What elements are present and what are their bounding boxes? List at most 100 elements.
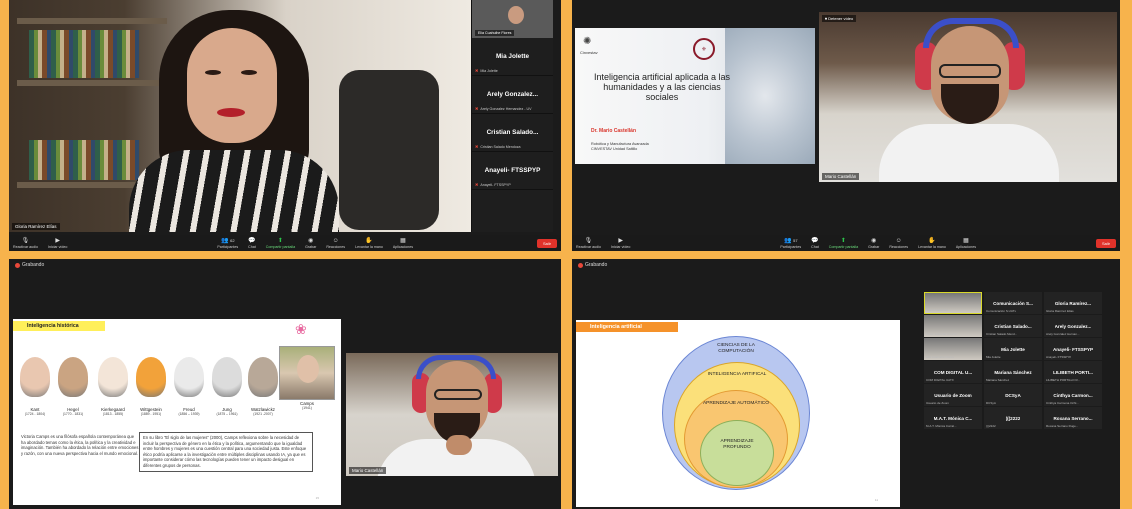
participant-tile[interactable]: Inves. Eduardo Cruz G... [924,315,982,337]
apps-icon: ▦ [400,237,406,244]
presenter-name-tag: Mario Castellán [349,467,387,474]
participant-name: LILIBETH PORTI... [1053,369,1093,375]
participant-label: DCSyA [986,401,996,405]
chat-button[interactable]: 💬 Chat [248,238,256,249]
participant-label: M.A.T. Mónica Corral... [926,424,957,428]
reactions-button[interactable]: ☺ Reacciones [326,238,345,249]
mic-muted-icon: 🎙 [21,237,30,244]
chat-button[interactable]: 💬 Chat [811,238,819,249]
participant-tile[interactable]: (((2222 (((2222 [984,407,1042,429]
apps-button[interactable]: ▦ Aplicaciones [956,238,976,249]
philosopher-portrait [98,357,128,397]
raise-hand-button[interactable]: ✋ Levantar la mano [918,238,946,249]
hand-icon: ✋ [928,237,936,244]
participants-button[interactable]: 👥 62 Participantes [217,237,238,249]
record-button[interactable]: ◉ Grabar [868,238,879,249]
lotus-icon: ❀ [295,321,307,337]
participant-label: Comunicación S.UATx [986,309,1016,313]
participant-tile[interactable]: Elia Cuahuihe Flores [924,338,982,360]
philosopher-portrait [20,357,50,397]
mic-muted-icon: 🎙 [584,237,593,244]
participant-name: Roxana Serrano... [1053,415,1093,421]
participant-name: Anayeli- FTSSPYP [1052,346,1094,352]
slide-author: Dr. Mario Castellán [591,128,637,134]
slide-text-left: Victoria Camps es una filósofa española … [21,434,139,456]
participant-name: Gloria Ramírez... [1054,300,1092,306]
camera-off-icon: ▶ [55,237,60,244]
stop-video-label[interactable]: ⏺ Detener vídeo [822,15,857,22]
participant-grid[interactable]: Mario Castellán Comunicación S... Comunica… [924,292,1104,508]
apps-button[interactable]: ▦ Aplicaciones [393,238,413,249]
participant-tile[interactable]: Roxana Serrano... Roxana Serrano Ruge... [1044,407,1102,429]
participant-label: Mario Castellán [927,308,948,312]
mic-off-icon: ✖ [475,144,479,149]
participant-tile[interactable]: M.A.T. Mónica C... M.A.T. Mónica Corral..… [924,407,982,429]
leave-button[interactable]: Salir [1095,238,1116,248]
philosopher-item: Camps (1941) [287,401,327,410]
participant-tile[interactable]: Comunicación S... Comunicación S.UATx [984,292,1042,314]
unmute-button[interactable]: 🎙 Reactivar audio [13,238,38,249]
university-seal-icon: ⚜ [693,38,715,60]
participant-tile[interactable]: Mariana Sánchez Mariana Sánchez [984,361,1042,383]
raise-hand-button[interactable]: ✋ Levantar la mano [355,238,383,249]
philosopher-years: (1724 - 1804) [24,412,46,416]
participant-tile[interactable]: Cinthya Carmon... Cinthya Carmona Ochi... [1044,384,1102,406]
participant-name: COM DIGITAL U... [933,369,973,375]
gallery-tile[interactable]: Mia Jolette ✖ Mia Jolette [472,38,553,76]
record-dot-icon [15,262,20,268]
page-number: 11 [874,498,878,502]
camera-off-icon: ▶ [618,237,623,244]
record-button[interactable]: ◉ Grabar [305,238,316,249]
philosopher-years: (1856 – 1939) [178,412,200,416]
participant-label: Elia Cuahuihe Flores [926,355,954,359]
philosopher-years: (1770 - 1831) [62,412,84,416]
mic-off-icon: ✖ [475,68,479,73]
reactions-button[interactable]: ☺ Reacciones [889,238,908,249]
participant-tile[interactable]: DCSyA DCSyA [984,384,1042,406]
participant-name: Usuario de Zoom [934,392,972,398]
participants-button[interactable]: 👥 57 Participantes [780,237,801,249]
ai-face-artwork [725,28,815,164]
participant-tile[interactable]: Arely Gonzalez... Arely Gonzalez Hernan..… [1044,315,1102,337]
philosopher-item: Wittgestein (1889 - 1951) [133,357,169,416]
shared-slide: Inteligencia histórica ❀ Kant (1724 - 180… [13,319,341,505]
record-icon: ◉ [308,237,314,244]
participant-tile[interactable]: Gloria Ramírez... Gloria Ramírez Elías [1044,292,1102,314]
page-number: 15 [315,496,319,500]
participant-label: Mia Jolette [986,355,1001,359]
philosopher-item: Kierkegaard (1813 - 1855) [95,357,131,416]
participant-tile[interactable]: Usuario de Zoom Usuario de Zoom [924,384,982,406]
gallery-tile[interactable]: Arely Gonzalez... ✖ Arely Gonzalez Hernan… [472,76,553,114]
gallery-tile[interactable]: Cristian Salado... ✖ Cristian Salado Mend… [472,114,553,152]
share-screen-button[interactable]: ⬆ Compartir pantalla [266,238,295,249]
participant-tile[interactable]: LILIBETH PORTI... LILIBETH PORTILLO R... [1044,361,1102,383]
participant-tile[interactable]: COM DIGITAL U... COM DIGITAL UATX [924,361,982,383]
start-video-button[interactable]: ▶ Iniciar vídeo [611,238,630,249]
participant-label: Gloria Ramírez Elías [1046,309,1074,313]
participant-name: Cinthya Carmon... [1053,392,1093,398]
participant-tile[interactable]: Cristian Salado... Cristian Salado Mend..… [984,315,1042,337]
gallery-tile[interactable]: Elia Cuahuihe Flores [472,0,553,38]
participant-label: Inves. Eduardo Cruz G... [926,332,960,336]
mic-off-icon: ✖ [475,182,479,187]
participant-label: (((2222 [986,424,996,428]
philosopher-portrait [212,357,242,397]
gallery-tile[interactable]: Anayeli- FTSSPYP ✖ Anayeli- FTSSPYP [472,152,553,190]
slide-header: Inteligencia histórica [13,321,105,331]
share-screen-button[interactable]: ⬆ Compartir pantalla [829,238,858,249]
gallery-column[interactable]: Elia Cuahuihe Flores Mia Jolette ✖ Mia Jo… [471,0,553,232]
participant-name: Mia Jolette [1001,346,1025,352]
cinvestav-logo-icon: ✺ [583,36,592,47]
participant-tile[interactable]: Mia Jolette Mia Jolette [984,338,1042,360]
participant-tile[interactable]: Anayeli- FTSSPYP Anayeli- FTSSPYP [1044,338,1102,360]
participant-tile[interactable]: Mario Castellán [924,292,982,314]
participants-icon: 👥 57 [783,238,798,244]
leave-button[interactable]: Salir [536,238,557,248]
philosopher-years: (1813 - 1855) [102,412,124,416]
start-video-button[interactable]: ▶ Iniciar vídeo [48,238,67,249]
unmute-button[interactable]: 🎙 Reactivar audio [576,238,601,249]
slide-header: Inteligencia artificial [576,322,678,332]
record-dot-icon [578,262,583,268]
philosopher-item: Freud (1856 – 1939) [171,357,207,416]
meeting-toolbar: 🎙 Reactivar audio ▶ Iniciar vídeo 👥 62 Part… [9,235,561,251]
